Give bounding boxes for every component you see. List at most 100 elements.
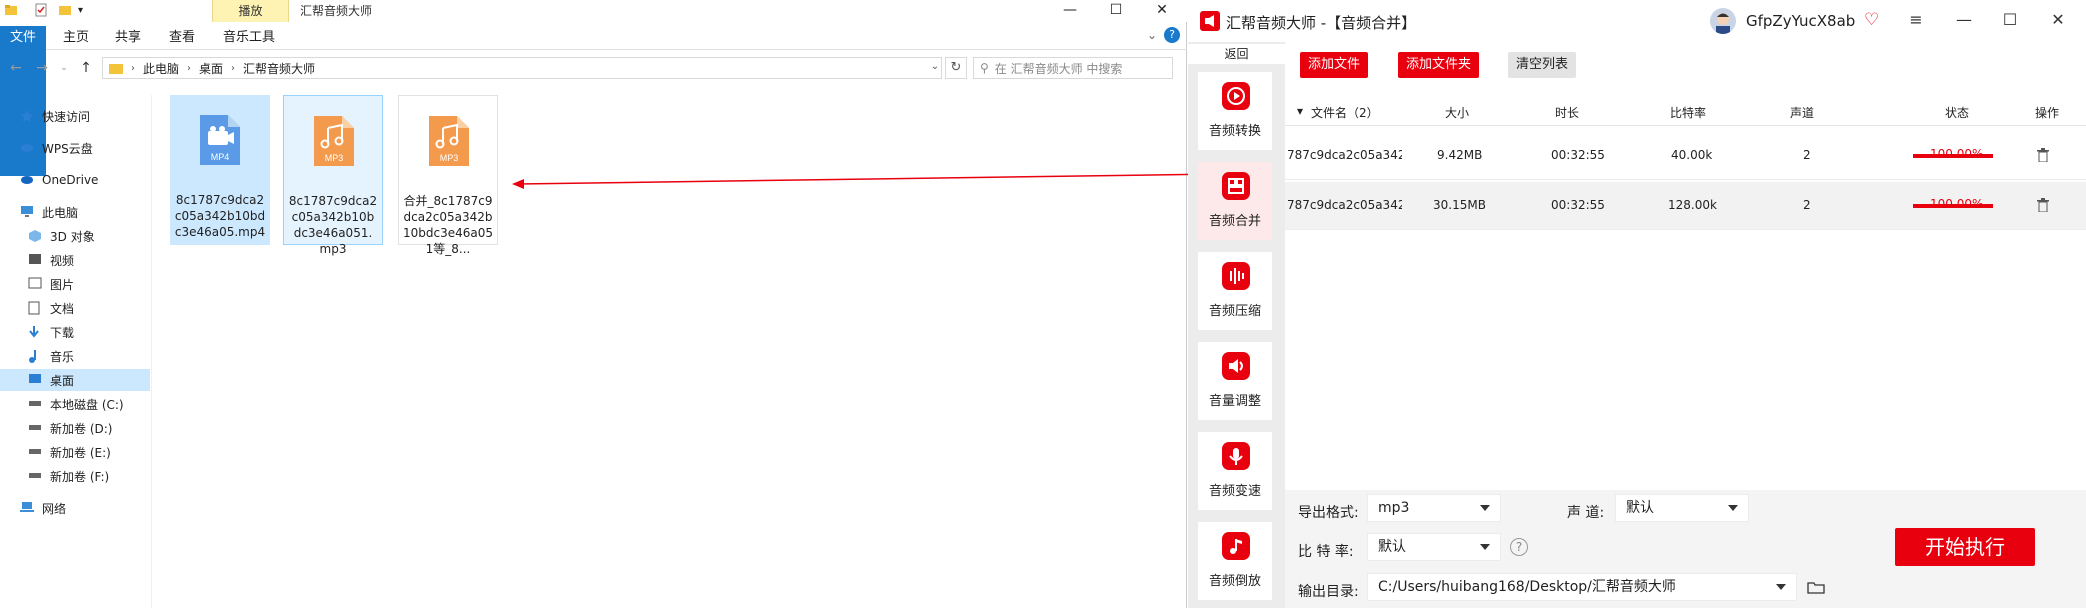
search-placeholder: 在 汇帮音频大师 中搜索 (994, 61, 1123, 76)
cell-channels: 2 (1803, 148, 1811, 162)
tab-music-tools[interactable]: 音乐工具 (216, 26, 282, 50)
picture-icon (28, 277, 44, 291)
nav-desktop[interactable]: 桌面 (0, 369, 150, 391)
file-name: 8c1787c9dca2c05a342b10bdc3e46a05.mp4 (174, 193, 266, 239)
help-icon[interactable]: ? (1510, 538, 1528, 556)
tab-share[interactable]: 共享 (108, 26, 148, 50)
trash-icon[interactable] (2037, 148, 2049, 162)
file-type-label: MP3 (440, 153, 459, 163)
file-item[interactable]: MP3 8c1787c9dca2c05a342b10bdc3e46a051.mp… (283, 95, 383, 256)
sidebar-item-compress[interactable]: 音频压缩 (1198, 252, 1272, 330)
table-row[interactable]: 787c9dca2c05a342b 30.15MB 00:32:55 128.0… (1285, 182, 2086, 230)
nav-3d-objects[interactable]: 3D 对象 (0, 225, 150, 247)
nav-label: 本地磁盘 (C:) (50, 397, 124, 412)
drive-icon (28, 445, 44, 459)
recent-dropdown-icon[interactable]: ⌄ (54, 59, 74, 77)
nav-label: 桌面 (50, 373, 75, 388)
column-header[interactable]: 文件名（2） (1311, 104, 1379, 121)
window-title: 汇帮音频大师 (300, 4, 373, 18)
desktop-icon (28, 373, 44, 387)
address-row: ← → ⌄ ↑ › 此电脑 › 桌面 › 汇帮音频大师 ⌄ ↻ ⚲ 在 汇帮音频… (0, 54, 1187, 82)
back-arrow-icon[interactable]: ← (6, 59, 26, 77)
nav-music[interactable]: 音乐 (0, 345, 150, 367)
cell-size: 9.42MB (1437, 148, 1483, 162)
sidebar-label: 音频倒放 (1208, 574, 1261, 589)
minimize-button[interactable]: — (1954, 10, 1974, 30)
sidebar-item-speed[interactable]: 音频变速 (1198, 432, 1272, 510)
table-row[interactable]: 787c9dca2c05a342b 9.42MB 00:32:55 40.00k… (1285, 132, 2086, 180)
close-button[interactable]: ✕ (2048, 10, 2068, 30)
avatar[interactable] (1710, 8, 1736, 34)
address-bar[interactable]: › 此电脑 › 桌面 › 汇帮音频大师 (102, 57, 942, 79)
breadcrumb-this-pc[interactable]: 此电脑 (143, 60, 179, 77)
sidebar-item-merge[interactable]: 音频合并 (1198, 162, 1272, 240)
address-dropdown-icon[interactable]: ⌄ (924, 57, 946, 79)
nav-drive-f[interactable]: 新加卷 (F:) (0, 465, 150, 487)
tab-home[interactable]: 主页 (56, 26, 96, 50)
sidebar-label: 音频压缩 (1208, 304, 1261, 319)
folder-icon (4, 3, 20, 19)
minimize-button[interactable]: — (1047, 0, 1093, 22)
vip-heart-icon[interactable]: ♡ (1864, 10, 1879, 30)
clear-list-button[interactable]: 清空列表 (1508, 52, 1577, 78)
file-item[interactable]: MP3 合并_8c1787c9dca2c05a342b10bdc3e46a051… (398, 95, 498, 256)
sidebar-label: 音量调整 (1208, 394, 1261, 409)
format-label: 导出格式: (1298, 505, 1359, 521)
username[interactable]: GfpZyYucX8ab (1746, 12, 1855, 30)
expand-ribbon-icon[interactable]: ⌄ (1147, 28, 1157, 42)
nav-drive-d[interactable]: 新加卷 (D:) (0, 417, 150, 439)
trash-icon[interactable] (2037, 198, 2049, 212)
sidebar-item-convert[interactable]: 音频转换 (1198, 72, 1272, 150)
nav-drive-c[interactable]: 本地磁盘 (C:) (0, 393, 150, 415)
breadcrumb-desktop[interactable]: 桌面 (199, 60, 223, 77)
channel-select[interactable]: 默认 (1615, 494, 1749, 522)
nav-videos[interactable]: 视频 (0, 249, 150, 271)
nav-onedrive[interactable]: OneDrive (0, 169, 150, 191)
cloud-icon (20, 141, 36, 155)
nav-pictures[interactable]: 图片 (0, 273, 150, 295)
menu-icon[interactable]: ≡ (1906, 10, 1926, 30)
download-icon (28, 325, 44, 339)
compress-icon (1222, 262, 1250, 290)
app-logo-icon (1200, 11, 1220, 31)
sidebar-item-reverse[interactable]: 音频倒放 (1198, 522, 1272, 600)
start-button[interactable]: 开始执行 (1895, 528, 2035, 566)
context-tab-play[interactable]: 播放 (212, 0, 289, 22)
breadcrumb-folder[interactable]: 汇帮音频大师 (243, 60, 315, 77)
format-select[interactable]: mp3 (1367, 494, 1501, 522)
search-input[interactable]: ⚲ 在 汇帮音频大师 中搜索 (973, 57, 1173, 79)
properties-icon[interactable] (34, 3, 50, 19)
cell-status: 100.00% (1930, 197, 1984, 211)
maximize-button[interactable]: ☐ (1093, 0, 1139, 22)
bitrate-select[interactable]: 默认 (1367, 533, 1501, 561)
nav-documents[interactable]: 文档 (0, 297, 150, 319)
add-folder-button[interactable]: 添加文件夹 (1398, 52, 1480, 78)
nav-network[interactable]: 网络 (0, 497, 150, 519)
output-dir-select[interactable]: C:/Users/huibang168/Desktop/汇帮音频大师 (1367, 573, 1797, 601)
maximize-button[interactable]: ☐ (2000, 10, 2020, 30)
forward-arrow-icon[interactable]: → (32, 59, 52, 77)
sort-caret-icon[interactable]: ▾ (1297, 104, 1303, 118)
help-icon[interactable]: ? (1164, 27, 1180, 43)
file-item[interactable]: MP4 8c1787c9dca2c05a342b10bdc3e46a05.mp4 (170, 95, 270, 245)
sidebar-item-volume[interactable]: 音量调整 (1198, 342, 1272, 420)
back-button[interactable]: 返回 (1188, 44, 1285, 64)
refresh-icon[interactable]: ↻ (945, 57, 967, 79)
close-button[interactable]: ✕ (1139, 0, 1185, 22)
add-file-button[interactable]: 添加文件 (1300, 52, 1369, 78)
channel-label: 声 道: (1567, 505, 1605, 521)
column-header: 时长 (1555, 106, 1580, 120)
cell-filename: 787c9dca2c05a342b (1287, 148, 1402, 162)
new-folder-icon[interactable] (58, 3, 74, 19)
network-icon (20, 501, 36, 515)
column-header: 大小 (1445, 106, 1470, 120)
nav-this-pc[interactable]: 此电脑 (0, 201, 150, 223)
quick-access-dropdown-icon[interactable]: ▾ (78, 3, 94, 19)
nav-wps-cloud[interactable]: WPS云盘 (0, 137, 150, 159)
nav-quick-access[interactable]: 快速访问 (0, 105, 150, 127)
up-arrow-icon[interactable]: ↑ (76, 59, 96, 77)
nav-drive-e[interactable]: 新加卷 (E:) (0, 441, 150, 463)
nav-downloads[interactable]: 下载 (0, 321, 150, 343)
tab-view[interactable]: 查看 (162, 26, 202, 50)
folder-open-icon[interactable] (1807, 580, 1825, 594)
